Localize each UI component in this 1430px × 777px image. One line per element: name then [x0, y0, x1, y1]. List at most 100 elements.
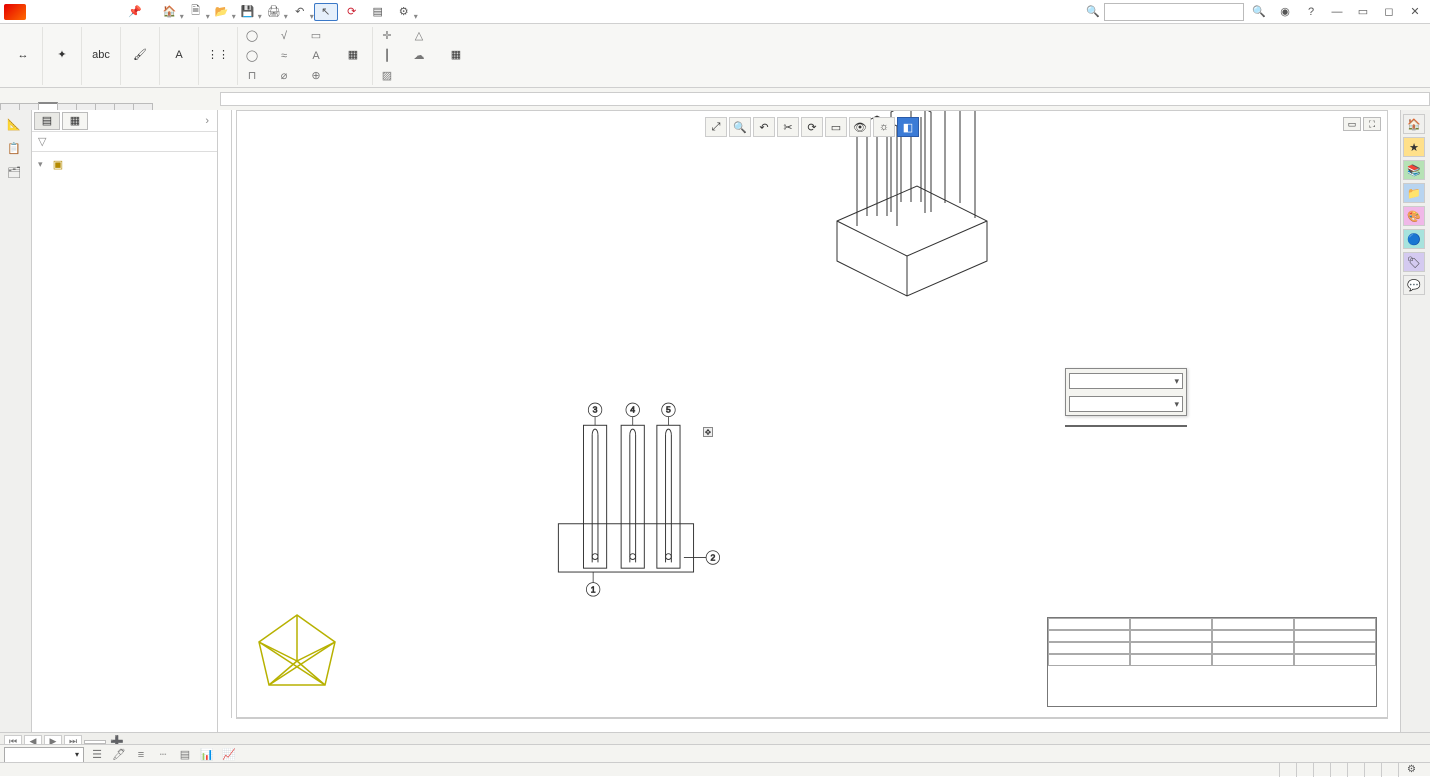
task-design-lib-icon[interactable]: 📚: [1403, 160, 1425, 180]
open-icon[interactable]: 📂: [210, 3, 234, 21]
rebuild-icon[interactable]: ⟳: [340, 3, 364, 21]
auto-balloon-button[interactable]: ◯: [244, 47, 264, 65]
spell-checker-button[interactable]: abc: [82, 27, 121, 85]
blocks-button[interactable]: ▦: [334, 27, 373, 85]
line-thickness-icon[interactable]: ≡: [132, 747, 150, 763]
view-orientation-icon[interactable]: ◧: [897, 117, 919, 137]
tab-view-layout[interactable]: [19, 103, 39, 110]
tree-filter-icon[interactable]: ▽: [32, 132, 217, 152]
weld-symbol-button[interactable]: ≈: [276, 47, 296, 65]
title-block[interactable]: [1047, 617, 1377, 707]
property-name-dropdown[interactable]: [1065, 425, 1187, 427]
table-move-handle-icon[interactable]: ✥: [703, 427, 713, 437]
task-custom-props-icon[interactable]: 🏷: [1403, 252, 1425, 272]
zoom-area-icon[interactable]: 🔍: [729, 117, 751, 137]
tab-annotation[interactable]: [38, 102, 58, 110]
new-doc-icon[interactable]: 🗎: [184, 3, 208, 21]
gtol-button[interactable]: ▭: [308, 27, 328, 45]
tab-evaluate[interactable]: [95, 103, 115, 110]
hide-layer-icon[interactable]: ▤: [176, 747, 194, 763]
tab-markup[interactable]: [76, 103, 96, 110]
help-icon[interactable]: ?: [1300, 3, 1322, 21]
status-opts-icon[interactable]: ⚙: [1398, 763, 1424, 777]
tab-drawing[interactable]: [0, 103, 20, 110]
property-mgr-icon[interactable]: 📋: [2, 138, 26, 158]
scene-icon[interactable]: ☼: [873, 117, 895, 137]
task-forum-icon[interactable]: 💬: [1403, 275, 1425, 295]
close-icon[interactable]: ✕: [1404, 3, 1426, 21]
sheet-collapse-icon[interactable]: ▭: [1343, 117, 1361, 131]
print-icon[interactable]: 🖨: [262, 3, 286, 21]
collapse-icon[interactable]: ▾: [38, 159, 48, 170]
format-painter-button[interactable]: 🖌: [121, 27, 160, 85]
linear-note-button[interactable]: ⋮⋮: [199, 27, 238, 85]
restore-icon[interactable]: ▭: [1352, 3, 1374, 21]
menu-view[interactable]: [66, 2, 78, 21]
centerline-button[interactable]: ┃: [379, 47, 399, 65]
search-input[interactable]: [1104, 3, 1244, 21]
zoom-fit-icon[interactable]: ⤢: [705, 117, 727, 137]
drawing-view-isometric[interactable]: [727, 111, 1097, 341]
settings-icon[interactable]: ⚙: [392, 3, 416, 21]
tab-sheet-format[interactable]: [133, 103, 153, 110]
prev-view-icon[interactable]: ↶: [753, 117, 775, 137]
tree-expand-icon[interactable]: ›: [199, 115, 215, 127]
column-type-select[interactable]: ▾: [1069, 373, 1183, 389]
drawing-view-front[interactable]: 3 4 5 2 1: [397, 321, 797, 601]
config-mgr-icon[interactable]: 🗂: [2, 162, 26, 182]
feature-mgr-icon[interactable]: 📐: [2, 114, 26, 134]
line-style-icon[interactable]: ┈: [154, 747, 172, 763]
magnetic-line-button[interactable]: ⊓: [244, 67, 264, 85]
revision-cloud-button[interactable]: ☁: [411, 47, 431, 65]
task-appearances-icon[interactable]: 🔵: [1403, 229, 1425, 249]
options-split-icon[interactable]: ▤: [366, 3, 390, 21]
home-icon[interactable]: 🏠: [158, 3, 182, 21]
tree-tab-detail-icon[interactable]: ▦: [62, 112, 88, 130]
revision-symbol-button[interactable]: △: [411, 27, 431, 45]
menu-pin-icon[interactable]: 📌: [122, 2, 148, 21]
model-items-button[interactable]: ✦: [43, 27, 82, 85]
chart1-icon[interactable]: 📊: [198, 747, 216, 763]
menu-window[interactable]: [108, 2, 120, 21]
line-color-icon[interactable]: 🖊: [110, 747, 128, 763]
task-resources-icon[interactable]: ★: [1403, 137, 1425, 157]
property-name-select[interactable]: ▾: [1069, 396, 1183, 412]
hide-show-icon[interactable]: 👁: [849, 117, 871, 137]
drawing-canvas[interactable]: ⤢ 🔍 ↶ ✂ ⟳ ▭ 👁 ☼ ◧ ▭ ⛶: [218, 110, 1400, 732]
menu-file[interactable]: [38, 2, 50, 21]
maximize-icon[interactable]: ◻: [1378, 3, 1400, 21]
task-view-palette-icon[interactable]: 🎨: [1403, 206, 1425, 226]
status-units[interactable]: [1381, 763, 1398, 777]
tree-root[interactable]: ▾ ▣: [36, 156, 213, 173]
undo-icon[interactable]: ↶: [288, 3, 312, 21]
menu-tools[interactable]: [94, 2, 106, 21]
smart-dimension-button[interactable]: ↔: [4, 27, 43, 85]
tables-button[interactable]: ▦: [437, 27, 475, 85]
select-icon[interactable]: ↖: [314, 3, 338, 21]
sheet-tab[interactable]: [84, 740, 106, 744]
search-button[interactable]: 🔍: [1248, 3, 1270, 21]
menu-insert[interactable]: [80, 2, 92, 21]
tree-tab-feature-icon[interactable]: ▤: [34, 112, 60, 130]
chart2-icon[interactable]: 📈: [220, 747, 238, 763]
layer-props-icon[interactable]: ☰: [88, 747, 106, 763]
layer-select[interactable]: ▾: [4, 747, 84, 763]
datum-feature-button[interactable]: A: [308, 47, 328, 65]
user-icon[interactable]: ◉: [1274, 3, 1296, 21]
tab-addins[interactable]: [114, 103, 134, 110]
center-mark-button[interactable]: ✛: [379, 27, 399, 45]
menu-edit[interactable]: [52, 2, 64, 21]
display-style-icon[interactable]: ▭: [825, 117, 847, 137]
surface-finish-button[interactable]: √: [276, 27, 296, 45]
tab-sketch[interactable]: [57, 103, 77, 110]
datum-target-button[interactable]: ⊕: [308, 67, 328, 85]
note-button[interactable]: A: [160, 27, 199, 85]
rotate-icon[interactable]: ⟳: [801, 117, 823, 137]
task-home-icon[interactable]: 🏠: [1403, 114, 1425, 134]
balloon-button[interactable]: ◯: [244, 27, 264, 45]
area-hatch-button[interactable]: ▨: [379, 67, 399, 85]
task-file-explorer-icon[interactable]: 📁: [1403, 183, 1425, 203]
section-view-icon[interactable]: ✂: [777, 117, 799, 137]
hole-callout-button[interactable]: ⌀: [276, 67, 296, 85]
minimize-icon[interactable]: —: [1326, 3, 1348, 21]
